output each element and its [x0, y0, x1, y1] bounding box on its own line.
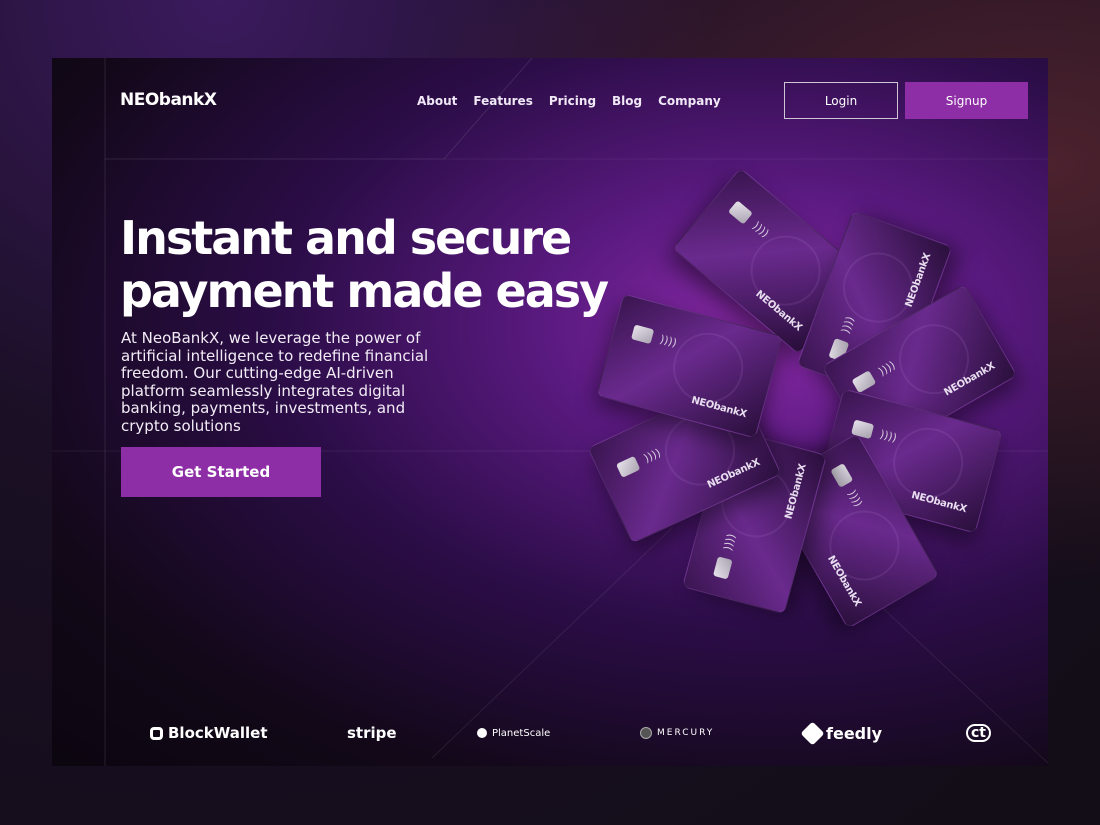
brand-logo[interactable]: NEObankX [120, 90, 217, 110]
partner-name: BlockWallet [168, 724, 268, 742]
get-started-button[interactable]: Get Started [121, 447, 321, 497]
nav-links: About Features Pricing Blog Company [417, 94, 737, 108]
card-watermark [885, 420, 972, 506]
partner-blockwallet: BlockWallet [150, 718, 268, 748]
partner-stripe: stripe [347, 718, 397, 748]
signup-button[interactable]: Signup [905, 82, 1028, 119]
contactless-icon: )))) [878, 427, 899, 445]
ct-icon: ct [966, 724, 991, 742]
partner-name: feedly [826, 723, 883, 743]
card-chip [727, 200, 753, 225]
nav-link-company[interactable]: Company [658, 94, 721, 108]
card-watermark [816, 497, 913, 594]
card-chip [631, 324, 655, 345]
hero-description: At NeoBankX, we leverage the power of ar… [121, 329, 429, 435]
contactless-icon: )))) [721, 532, 739, 553]
nav-link-about[interactable]: About [417, 94, 457, 108]
partner-planetscale: PlanetScale [477, 718, 550, 748]
card-chip [712, 556, 733, 580]
contactless-icon: )))) [658, 332, 679, 350]
partner-logos: BlockWallet stripe PlanetScale MERCURY f… [52, 718, 1048, 748]
contactless-icon: )))) [750, 219, 772, 241]
partner-feedly: feedly [800, 718, 883, 748]
login-button[interactable]: Login [784, 82, 898, 119]
card-watermark [665, 325, 752, 411]
contactless-icon: )))) [641, 446, 663, 466]
card-watermark [886, 311, 982, 407]
contactless-icon: )))) [845, 487, 865, 510]
card-chip [851, 370, 877, 394]
nav-link-blog[interactable]: Blog [612, 94, 642, 108]
hero-title: Instant and secure payment made easy [120, 212, 620, 318]
contactless-icon: )))) [838, 314, 857, 336]
card-chip [615, 455, 641, 478]
hero-title-line-1: Instant and secure [120, 211, 572, 265]
partner-ct: ct [966, 718, 991, 748]
feedly-icon [800, 720, 825, 746]
partner-mercury: MERCURY [640, 718, 714, 748]
blockwallet-icon [150, 726, 163, 740]
card-chip [830, 463, 854, 488]
planetscale-icon [477, 728, 487, 738]
nav-link-pricing[interactable]: Pricing [549, 94, 596, 108]
partner-name: stripe [347, 724, 397, 742]
partner-name: MERCURY [657, 728, 715, 738]
top-navigation: NEObankX About Features Pricing Blog Com… [52, 58, 1048, 144]
hero-title-line-2: payment made easy [120, 264, 609, 318]
landing-page-frame: NEObankX About Features Pricing Blog Com… [52, 58, 1048, 766]
partner-name: PlanetScale [492, 727, 551, 739]
contactless-icon: )))) [876, 358, 898, 379]
mercury-icon [640, 727, 652, 739]
nav-link-features[interactable]: Features [473, 94, 532, 108]
